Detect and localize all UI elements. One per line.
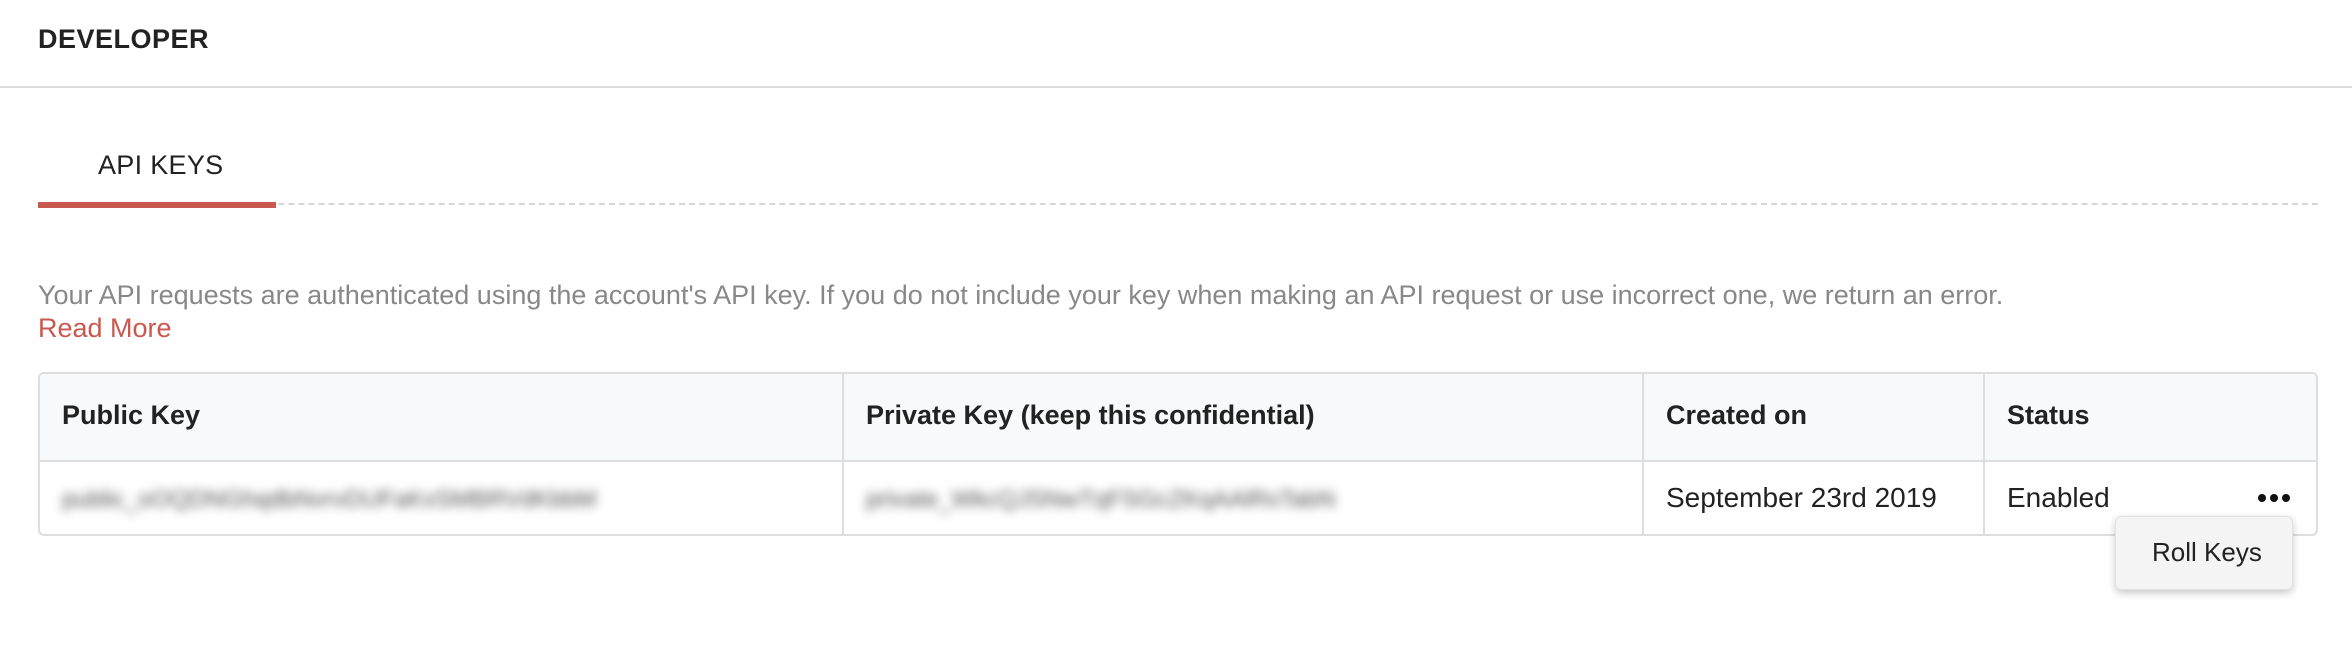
- tab-divider: [38, 203, 2318, 205]
- api-keys-table: Public Key Private Key (keep this confid…: [38, 372, 2318, 536]
- more-horizontal-icon[interactable]: [2256, 484, 2292, 512]
- public-key-cell: public_oOQDNGhqdbNvrvDUFaKxSMBRVdKbbM: [40, 462, 844, 534]
- column-header-label: Public Key: [62, 400, 201, 430]
- column-header-label: Status: [2007, 400, 2090, 430]
- roll-keys-label: Roll Keys: [2152, 537, 2262, 567]
- column-header-label: Private Key (keep this confidential): [866, 400, 1315, 430]
- page-title: DEVELOPER: [38, 24, 210, 54]
- read-more-link[interactable]: Read More: [38, 311, 172, 345]
- created-on-value: September 23rd 2019: [1666, 482, 1937, 513]
- column-header-created-on: Created on: [1644, 374, 1985, 460]
- created-on-cell: September 23rd 2019: [1644, 462, 1985, 534]
- menu-dot: [2258, 494, 2266, 502]
- private-key-value: private_WkcQJSNwTqFSGcZKqAAlRsTabN: [866, 486, 1336, 513]
- column-header-public-key: Public Key: [40, 374, 844, 460]
- status-value: Enabled: [2007, 482, 2110, 513]
- menu-dot: [2270, 494, 2278, 502]
- column-header-status: Status: [1985, 374, 2316, 460]
- column-header-private-key: Private Key (keep this confidential): [844, 374, 1644, 460]
- column-header-label: Created on: [1666, 400, 1808, 430]
- roll-keys-menu-item[interactable]: Roll Keys: [2116, 517, 2292, 589]
- active-tab-indicator: [38, 202, 276, 208]
- table-header: Public Key Private Key (keep this confid…: [40, 374, 2316, 462]
- row-actions-menu: Roll Keys: [2115, 516, 2293, 590]
- public-key-value: public_oOQDNGhqdbNvrvDUFaKxSMBRVdKbbM: [62, 486, 597, 513]
- page-header: DEVELOPER: [0, 0, 2352, 88]
- api-description: Your API requests are authenticated usin…: [38, 280, 2004, 310]
- table-row: public_oOQDNGhqdbNvrvDUFaKxSMBRVdKbbM pr…: [40, 462, 2316, 534]
- menu-dot: [2282, 494, 2290, 502]
- tab-api-keys-label: API KEYS: [98, 150, 224, 180]
- tab-bar: API KEYS: [38, 140, 2318, 208]
- tab-api-keys[interactable]: API KEYS: [38, 140, 276, 208]
- private-key-cell: private_WkcQJSNwTqFSGcZKqAAlRsTabN: [844, 462, 1644, 534]
